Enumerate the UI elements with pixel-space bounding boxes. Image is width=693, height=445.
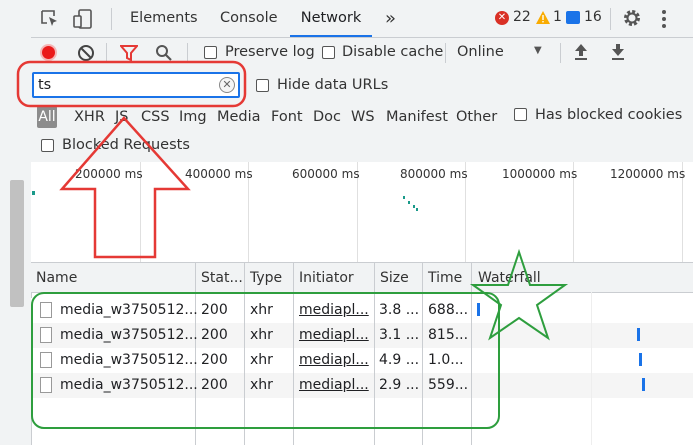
red-highlight-rounded-rect bbox=[16, 60, 247, 108]
annotation-overlay bbox=[16, 60, 569, 429]
red-up-arrow bbox=[59, 116, 191, 259]
green-star-annotation bbox=[469, 248, 569, 341]
green-highlight-rounded-rect bbox=[31, 292, 500, 429]
